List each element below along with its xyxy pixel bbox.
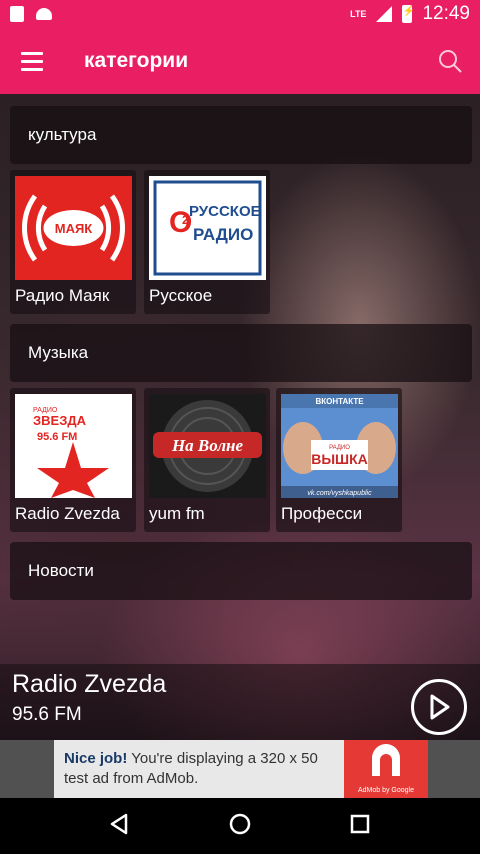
page-title: категории (84, 49, 189, 72)
network-type: LTE (350, 9, 367, 19)
status-bar: LTE 12:49 (0, 0, 480, 28)
station-card-russkoe[interactable]: O 2 РУССКОЕ РАДИО Русское (144, 170, 270, 314)
home-icon (229, 813, 251, 834)
station-logo-russkoe: O 2 РУССКОЕ РАДИО (149, 176, 266, 280)
station-card-mayak[interactable]: МАЯК Радио Маяк (10, 170, 136, 314)
battery-icon (402, 5, 415, 23)
russkoe-logo-text-2: РАДИО (193, 225, 253, 244)
signal-icon (376, 6, 393, 22)
ad-text: Nice job! You're displaying a 320 x 50 t… (64, 749, 344, 789)
back-icon (110, 813, 128, 834)
station-name: yum fm (149, 504, 205, 523)
now-playing-title: Radio Zvezda (12, 670, 167, 698)
station-logo-zvezda: РАДИО ЗВЕЗДА 95.6 FM (15, 394, 132, 498)
play-button[interactable] (411, 679, 467, 735)
vyshka-logo-top: ВКОНТАКТЕ (315, 397, 364, 406)
mayak-logo-text: МАЯК (55, 221, 93, 236)
sd-card-icon (10, 6, 24, 22)
station-card-yum-fm[interactable]: На Волне yum fm (144, 388, 270, 532)
search-icon (439, 50, 462, 73)
station-name: Професси (281, 504, 363, 523)
station-logo-yum-fm: На Волне (149, 394, 266, 498)
now-playing-bar[interactable]: Radio Zvezda 95.6 FM (0, 664, 480, 740)
hamburger-icon (21, 51, 43, 55)
station-logo-mayak: МАЯК (15, 176, 132, 280)
svg-text:2: 2 (182, 213, 189, 227)
vyshka-logo-url: vk.com/vyshkapublic (307, 490, 372, 497)
station-card-vyshka[interactable]: ВКОНТАКТЕ РАДИО ВЫШКА vk.com/vyshkapubli… (276, 388, 402, 532)
recents-button[interactable] (348, 812, 372, 841)
back-button[interactable] (108, 812, 132, 841)
now-playing-frequency: 95.6 FM (12, 704, 82, 725)
navigation-bar (0, 798, 480, 854)
menu-button[interactable] (0, 28, 64, 94)
ad-bold-text: Nice job! (64, 750, 128, 767)
station-name: Радио Маяк (15, 286, 110, 305)
category-header-news[interactable]: Новости (10, 542, 472, 600)
station-logo-vyshka: ВКОНТАКТЕ РАДИО ВЫШКА vk.com/vyshkapubli… (281, 394, 398, 498)
search-button[interactable] (420, 28, 480, 94)
russkoe-logo-text-1: РУССКОЕ (189, 203, 261, 220)
category-header-music[interactable]: Музыка (10, 324, 472, 382)
ad-area: Nice job! You're displaying a 320 x 50 t… (0, 740, 480, 798)
yum-logo-text: На Волне (171, 436, 244, 455)
admob-icon (372, 744, 400, 776)
admob-label: AdMob by Google (357, 787, 415, 794)
station-name: Radio Zvezda (15, 504, 120, 523)
station-card-zvezda[interactable]: РАДИО ЗВЕЗДА 95.6 FM Radio Zvezda (10, 388, 136, 532)
play-icon (430, 694, 450, 720)
android-icon (36, 8, 52, 20)
ad-banner[interactable]: Nice job! You're displaying a 320 x 50 t… (54, 740, 428, 798)
vyshka-logo-name: ВЫШКА (311, 451, 368, 467)
zvezda-logo-name: ЗВЕЗДА (33, 413, 87, 428)
category-header-culture[interactable]: культура (10, 106, 472, 164)
station-name: Русское (149, 286, 213, 305)
status-time: 12:49 (422, 3, 470, 24)
recents-icon (350, 814, 370, 833)
app-bar: категории (0, 28, 480, 94)
zvezda-logo-freq: 95.6 FM (37, 431, 77, 443)
admob-logo: AdMob by Google (344, 740, 428, 798)
home-button[interactable] (228, 812, 252, 841)
